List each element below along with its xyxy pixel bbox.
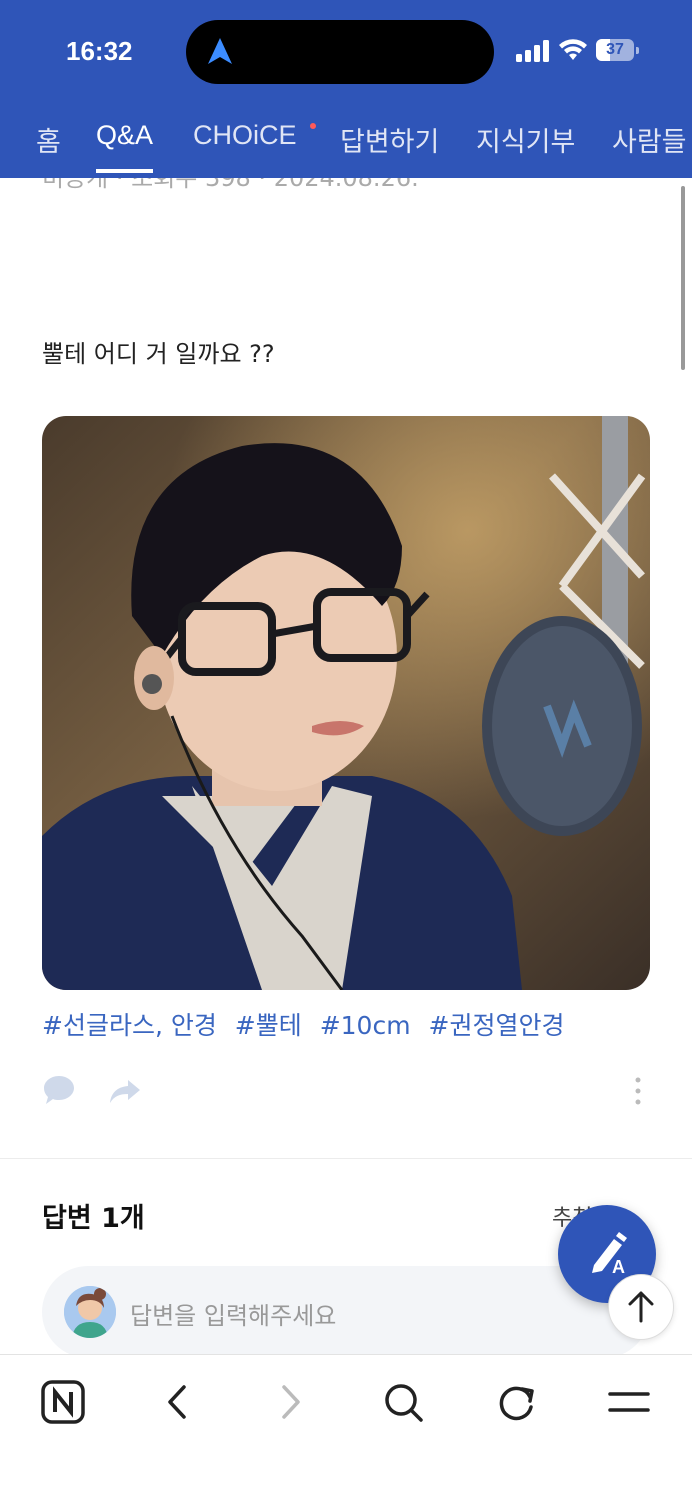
hashtag-10cm[interactable]: #10cm	[320, 1011, 411, 1040]
wifi-icon	[559, 39, 587, 60]
refresh-icon[interactable]	[492, 1377, 542, 1427]
section-divider	[0, 1158, 692, 1159]
navigation-arrow-icon	[208, 38, 232, 64]
question-photo[interactable]	[42, 416, 650, 990]
naver-n-icon[interactable]	[38, 1377, 88, 1427]
browser-toolbar	[0, 1354, 692, 1501]
scroll-to-top-button[interactable]	[608, 1274, 674, 1340]
avatar	[64, 1286, 116, 1338]
active-tab-indicator	[96, 169, 154, 173]
arrow-up-icon	[628, 1291, 654, 1323]
hashtag-horn-rim[interactable]: #뿔테	[235, 1011, 302, 1040]
new-badge-dot	[310, 123, 316, 129]
scrollbar[interactable]	[681, 186, 685, 370]
tab-qna[interactable]: Q&A	[96, 120, 154, 173]
search-icon[interactable]	[378, 1377, 428, 1427]
hashtag-glasses[interactable]: #권정열안경	[429, 1011, 565, 1040]
tab-people[interactable]: 사람들	[612, 120, 687, 159]
tab-choice[interactable]: CHOiCE	[193, 120, 297, 151]
answers-count-title: 답변 1개	[42, 1203, 145, 1234]
svg-text:A: A	[612, 1257, 625, 1277]
answer-input-placeholder: 답변을 입력해주세요	[130, 1302, 337, 1330]
app-header: 16:32 37 홈 Q&A CHOiCE 답변하기 지식기부 사람들	[0, 0, 692, 178]
more-options-icon[interactable]	[630, 1076, 646, 1106]
dynamic-island	[186, 20, 494, 84]
hashtag-sunglasses[interactable]: #선글라스, 안경	[42, 1011, 217, 1040]
cellular-signal-icon	[516, 40, 549, 62]
person-photo-icon	[42, 416, 650, 990]
comment-icon[interactable]	[42, 1074, 76, 1106]
tab-knowledge-donation[interactable]: 지식기부	[476, 120, 575, 159]
battery-percent: 37	[606, 41, 624, 58]
question-text: 뿔테 어디 거 일까요 ??	[42, 340, 275, 368]
battery-icon: 37	[596, 39, 640, 63]
hashtag-list: #선글라스, 안경 #뿔테 #10cm #권정열안경	[42, 1006, 574, 1042]
status-time: 16:32	[66, 36, 133, 66]
category-tabs: 홈 Q&A CHOiCE 답변하기 지식기부 사람들	[0, 120, 692, 178]
tab-qna-label: Q&A	[96, 120, 154, 150]
back-icon[interactable]	[152, 1377, 202, 1427]
tab-home[interactable]: 홈	[36, 120, 61, 159]
forward-icon[interactable]	[266, 1377, 316, 1427]
tab-answer[interactable]: 답변하기	[340, 120, 439, 159]
share-icon[interactable]	[108, 1076, 142, 1106]
menu-icon[interactable]	[604, 1377, 654, 1427]
